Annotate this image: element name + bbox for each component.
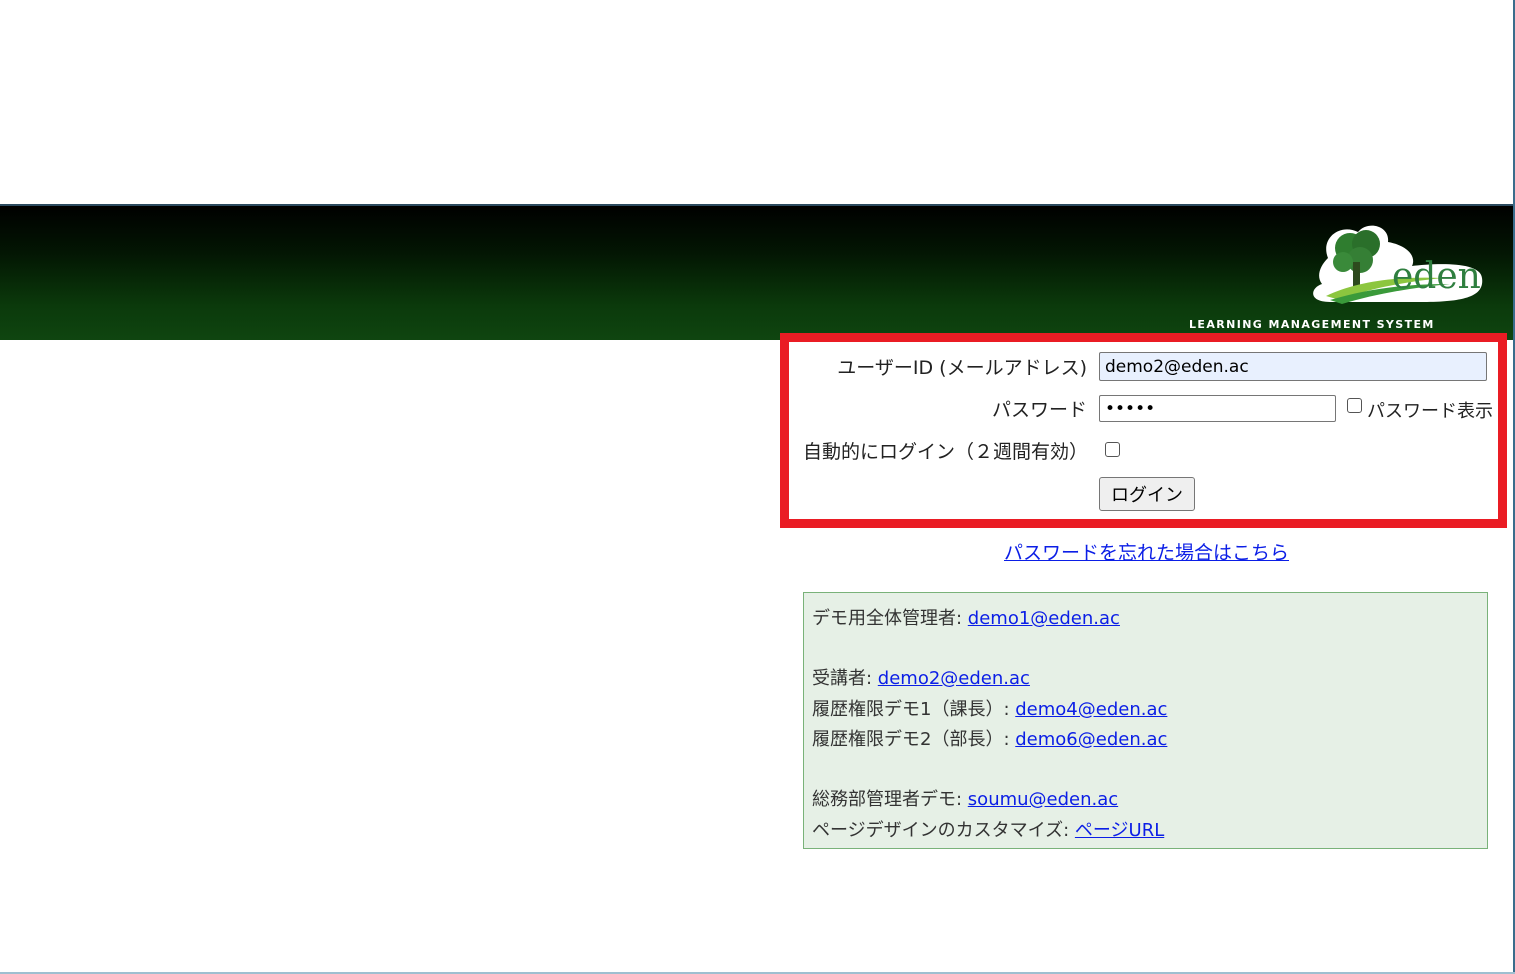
password-input[interactable]: [1099, 395, 1336, 422]
demo-accounts-panel: デモ用全体管理者: demo1@eden.ac 受講者: demo2@eden.…: [803, 592, 1488, 849]
demo-history2-line: 履歴権限デモ2（部長）: demo6@eden.ac: [812, 725, 1167, 751]
demo-student-link[interactable]: demo2@eden.ac: [878, 668, 1030, 689]
demo-student-line: 受講者: demo2@eden.ac: [812, 664, 1030, 690]
demo-page-design-label: ページデザインのカスタマイズ:: [812, 820, 1075, 841]
demo-soumu-line: 総務部管理者デモ: soumu@eden.ac: [812, 785, 1118, 811]
header-banner: eden LEARNING MANAGEMENT SYSTEM: [0, 204, 1513, 340]
demo-soumu-link[interactable]: soumu@eden.ac: [968, 789, 1118, 810]
userid-label: ユーザーID (メールアドレス): [837, 357, 1087, 379]
auto-login-label: 自動的にログイン（２週間有効）: [803, 441, 1089, 463]
demo-admin-link[interactable]: demo1@eden.ac: [968, 608, 1120, 629]
demo-page-design-line: ページデザインのカスタマイズ: ページURL: [812, 816, 1164, 842]
demo-admin-label: デモ用全体管理者:: [812, 608, 968, 629]
auto-login-checkbox[interactable]: [1105, 442, 1120, 457]
logo-tagline: LEARNING MANAGEMENT SYSTEM: [1189, 318, 1435, 331]
logo-text: eden: [1392, 256, 1481, 297]
demo-history1-line: 履歴権限デモ1（課長）: demo4@eden.ac: [812, 695, 1167, 721]
demo-history1-link[interactable]: demo4@eden.ac: [1015, 699, 1167, 720]
login-button[interactable]: ログイン: [1099, 477, 1195, 511]
demo-page-url-link[interactable]: ページURL: [1075, 820, 1164, 841]
demo-history2-link[interactable]: demo6@eden.ac: [1015, 729, 1167, 750]
password-label: パスワード: [991, 399, 1087, 421]
eden-logo: eden LEARNING MANAGEMENT SYSTEM: [1180, 218, 1490, 331]
demo-soumu-label: 総務部管理者デモ:: [812, 789, 968, 810]
forgot-password-link[interactable]: パスワードを忘れた場合はこちら: [1004, 538, 1289, 565]
show-password-checkbox[interactable]: [1347, 398, 1362, 413]
show-password-label: パスワード表示: [1367, 401, 1493, 422]
demo-admin-line: デモ用全体管理者: demo1@eden.ac: [812, 604, 1120, 630]
demo-history1-label: 履歴権限デモ1（課長）:: [812, 699, 1016, 720]
demo-history2-label: 履歴権限デモ2（部長）:: [812, 729, 1016, 750]
demo-student-label: 受講者:: [812, 668, 878, 689]
eden-logo-icon: eden: [1313, 225, 1483, 304]
userid-input[interactable]: [1099, 352, 1487, 381]
